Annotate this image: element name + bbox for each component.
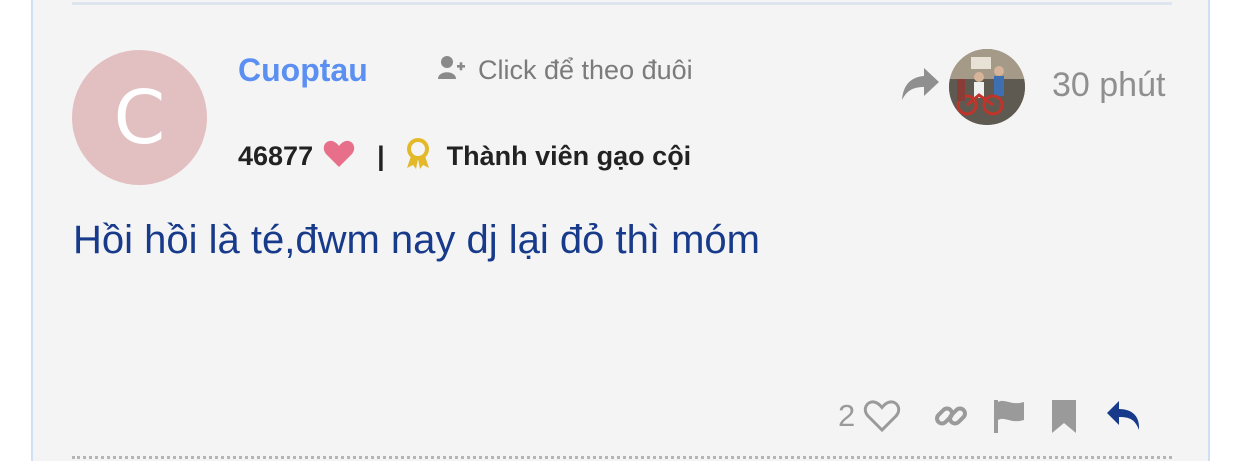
bookmark-icon[interactable] [1049,398,1079,434]
share-arrow-icon[interactable] [900,66,940,107]
flag-icon[interactable] [991,398,1027,434]
divider [72,2,1172,5]
avatar[interactable]: C [72,50,207,185]
avatar-letter: C [113,74,166,161]
heart-icon [323,140,355,173]
add-user-icon [438,55,466,86]
like-count: 2 [838,398,856,433]
divider [72,456,1172,459]
follow-button[interactable]: Click để theo đuôi [438,54,693,86]
link-icon[interactable] [933,398,969,434]
action-bar: 2 [838,394,1143,438]
award-badge-icon [405,137,431,175]
username-link[interactable]: Cuoptau [238,52,368,89]
shared-photo-thumbnail[interactable] [949,49,1025,125]
rank-title: Thành viên gạo cội [446,140,692,171]
user-score: 46877 [238,140,314,171]
comment-text: Hồi hồi là té,đwm nay dj lại đỏ thì móm [73,218,760,262]
follow-label: Click để theo đuôi [478,54,693,85]
reply-icon[interactable] [1105,399,1143,433]
heart-outline-icon[interactable] [863,399,901,433]
separator: | [377,140,385,171]
user-stats: 46877 | Thành viên gạo cội [238,136,691,176]
post-time: 30 phút [1052,66,1166,104]
